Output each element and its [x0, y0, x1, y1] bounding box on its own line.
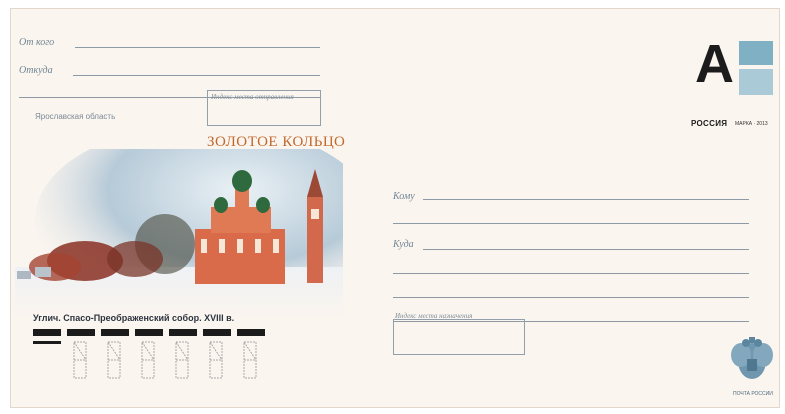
recipient-index-label: Индекс места назначения	[395, 312, 473, 320]
sender-where-label: Откуда	[19, 65, 53, 76]
post-label: ПОЧТА РОССИИ	[733, 391, 773, 397]
sender-where-line	[73, 75, 320, 76]
from-label: От кого	[19, 37, 55, 48]
stamp-emblem-bottom	[739, 69, 773, 95]
code-bar-5	[169, 329, 197, 336]
envelope: От кого Откуда Индекс места отправления …	[10, 8, 780, 408]
code-bar-1	[33, 329, 61, 336]
stamp-letter: A	[695, 34, 734, 94]
sender-index-label: Индекс места отправления	[211, 93, 294, 101]
index-digit-3	[141, 341, 155, 379]
to-line	[423, 199, 749, 200]
stamp-marka: МАРКА · 2013	[735, 121, 768, 127]
code-bar-7	[237, 329, 265, 336]
double-eagle-icon	[731, 337, 773, 379]
recipient-address-line-2	[393, 297, 749, 298]
photo-caption: Углич. Спасо-Преображенский собор. XVIII…	[33, 313, 235, 323]
index-digit-6	[243, 341, 257, 379]
recipient-where-line	[423, 249, 749, 250]
index-digit-2	[107, 341, 121, 379]
to-label: Кому	[393, 191, 415, 202]
code-bar-2	[67, 329, 95, 336]
code-bar-sub	[33, 341, 61, 344]
stamp-country: РОССИЯ	[691, 119, 728, 128]
region-text: Ярославская область	[35, 112, 116, 121]
cathedral-illustration	[15, 149, 343, 319]
to-line-2	[393, 223, 749, 224]
code-bar-3	[101, 329, 129, 336]
code-bar-6	[203, 329, 231, 336]
index-digit-4	[175, 341, 189, 379]
index-digit-1	[73, 341, 87, 379]
recipient-address-line-1	[393, 273, 749, 274]
from-line	[75, 47, 320, 48]
recipient-index-box	[393, 319, 525, 355]
code-bar-4	[135, 329, 163, 336]
stamp-emblem-top	[739, 41, 773, 65]
recipient-where-label: Куда	[393, 239, 414, 250]
index-digit-5	[209, 341, 223, 379]
